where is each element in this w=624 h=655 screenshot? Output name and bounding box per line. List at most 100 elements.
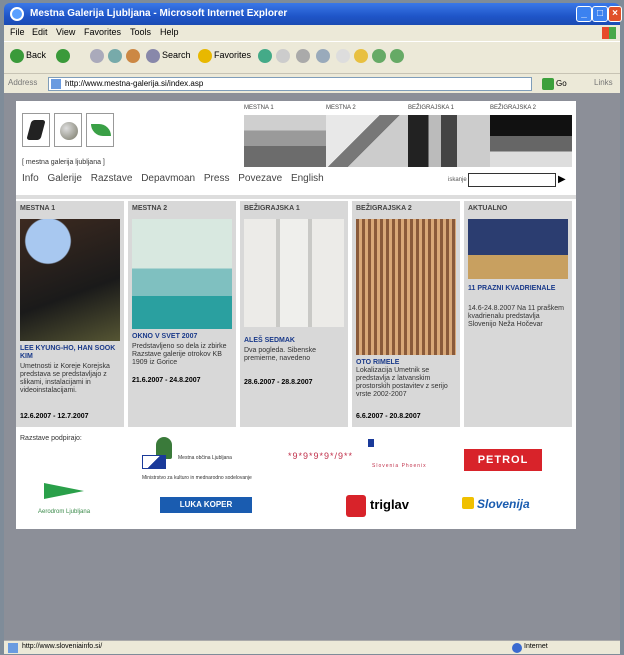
card-title[interactable]: OKNO V SVET 2007 — [132, 333, 232, 341]
window-titlebar: Mestna Galerija Ljubljana - Microsoft In… — [4, 3, 622, 25]
card-description: Umetnosti iz Koreje Korejska predstava s… — [20, 363, 110, 394]
close-button[interactable]: × — [608, 6, 622, 22]
maximize-button[interactable]: □ — [592, 6, 608, 22]
card-date: 12.6.2007 - 12.7.2007 — [20, 413, 89, 420]
nav-povezave[interactable]: Povezave — [238, 173, 282, 184]
site-nav: Info Galerije Razstave Depavmoan Press P… — [22, 173, 330, 184]
go-button[interactable]: Go — [542, 77, 576, 91]
messenger-icon[interactable] — [372, 49, 386, 63]
browser-viewport: [ mestna galerija ljubljana ] MESTNA 1 M… — [4, 93, 620, 640]
gallery-thumbnails: MESTNA 1 MESTNA 2 BEŽIGRAJSKA 1 BEŽIGRAJ… — [244, 105, 574, 167]
media-icon[interactable] — [258, 49, 272, 63]
thumb-bezigrajska-1[interactable]: BEŽIGRAJSKA 1 — [408, 105, 490, 167]
menu-edit[interactable]: Edit — [32, 27, 48, 37]
gallery-logo-green[interactable] — [86, 113, 114, 147]
minimize-button[interactable]: _ — [576, 6, 592, 22]
card-image[interactable] — [356, 219, 456, 355]
aerodrom-label: Aerodrom Ljubljana — [38, 509, 91, 515]
stop-icon[interactable] — [90, 49, 104, 63]
thumb-caption: BEŽIGRAJSKA 1 — [408, 105, 455, 111]
card-image[interactable] — [20, 219, 120, 341]
card-title[interactable]: ALEŠ SEDMAK — [244, 337, 344, 345]
gallery-logo-sphere[interactable] — [54, 113, 82, 147]
moc-label: Mestna občina Ljubljana — [178, 455, 232, 461]
refresh-icon[interactable] — [108, 49, 122, 63]
thumb-image — [244, 115, 326, 167]
address-value: http://www.mestna-galerija.si/index.asp — [65, 79, 204, 88]
folder-icon[interactable] — [354, 49, 368, 63]
nav-galerije[interactable]: Galerije — [47, 173, 81, 184]
mail-icon[interactable] — [296, 49, 310, 63]
sponsors-title: Razstave podpirajo: — [20, 435, 82, 442]
links-button[interactable]: Links — [594, 78, 613, 87]
nav-info[interactable]: Info — [22, 173, 39, 184]
menu-favorites[interactable]: Favorites — [84, 27, 121, 37]
menu-help[interactable]: Help — [160, 27, 179, 37]
card-date: 21.6.2007 - 24.8.2007 — [132, 377, 201, 384]
window-title: Mestna Galerija Ljubljana - Microsoft In… — [30, 8, 288, 19]
card-description: 14.6-24.8.2007 Na 11 praškem kvadrienalu… — [468, 305, 564, 328]
menu-view[interactable]: View — [56, 27, 75, 37]
thumb-mestna-1[interactable]: MESTNA 1 — [244, 105, 326, 167]
address-input[interactable]: http://www.mestna-galerija.si/index.asp — [48, 77, 532, 91]
card-image[interactable] — [468, 219, 568, 279]
moc-sub-label: Ministrstvo za kulturo in mednarodno sod… — [142, 475, 252, 481]
thumb-caption: MESTNA 1 — [244, 105, 274, 111]
card-title[interactable]: LEE KYUNG-HO, HAN SOOK KIM — [20, 345, 120, 361]
stars-label: *9*9*9*9*/9** — [288, 451, 354, 461]
card-heading: MESTNA 2 — [132, 205, 168, 212]
search-input[interactable] — [468, 173, 556, 187]
favorites-button[interactable]: Favorites — [214, 50, 251, 60]
menu-file[interactable]: File — [10, 27, 25, 37]
stars-sub-label: Slovenia Phoenix — [372, 463, 427, 469]
nav-razstave[interactable]: Razstave — [91, 173, 133, 184]
search-button[interactable]: Search — [162, 50, 191, 60]
moc-logo[interactable]: Mestna občina Ljubljana Ministrstvo za k… — [142, 437, 282, 485]
thumb-bezigrajska-2[interactable]: BEŽIGRAJSKA 2 — [490, 105, 572, 167]
exhibition-card-bezigrajska-2[interactable]: BEŽIGRAJSKA 2 OTO RIMELE Lokalizacija Um… — [352, 201, 460, 427]
security-zone: Internet — [524, 643, 548, 650]
favorites-icon[interactable] — [198, 49, 212, 63]
gallery-logo-black[interactable] — [22, 113, 50, 147]
address-bar: Address http://www.mestna-galerija.si/in… — [4, 73, 620, 93]
exhibition-card-bezigrajska-1[interactable]: BEŽIGRAJSKA 1 ALEŠ SEDMAK Dva pogleda. S… — [240, 201, 348, 427]
menu-tools[interactable]: Tools — [130, 27, 151, 37]
forward-icon[interactable] — [56, 49, 70, 63]
status-bar: http://www.sloveniainfo.si/ Internet — [4, 640, 620, 654]
slovenija-label: Slovenija — [477, 497, 530, 511]
aerodrom-logo[interactable]: Aerodrom Ljubljana — [38, 483, 90, 515]
history-icon[interactable] — [276, 49, 290, 63]
card-heading: MESTNA 1 — [20, 205, 56, 212]
back-icon[interactable] — [10, 49, 24, 63]
search-go-button[interactable]: ▶ — [558, 173, 568, 187]
nav-english[interactable]: English — [291, 173, 324, 184]
ie-icon — [10, 7, 24, 21]
back-button[interactable]: Back — [26, 50, 46, 60]
print-icon[interactable] — [316, 49, 330, 63]
aktualno-card[interactable]: AKTUALNO 11 PRAZNI KVADRIENALE 14.6-24.8… — [464, 201, 572, 427]
slovenija-logo[interactable]: Slovenija — [462, 497, 556, 515]
tools-icon[interactable] — [390, 49, 404, 63]
card-title[interactable]: 11 PRAZNI KVADRIENALE — [468, 285, 568, 293]
exhibition-card-mestna-1[interactable]: MESTNA 1 LEE KYUNG-HO, HAN SOOK KIM Umet… — [16, 201, 124, 427]
thumb-mestna-2[interactable]: MESTNA 2 — [326, 105, 408, 167]
card-description: Lokalizacija Umetnik se predstavlja z la… — [356, 367, 448, 398]
exhibition-card-mestna-2[interactable]: MESTNA 2 OKNO V SVET 2007 Predstavljeno … — [128, 201, 236, 427]
card-title[interactable]: OTO RIMELE — [356, 359, 456, 367]
nav-depavmoan[interactable]: Depavmoan — [141, 173, 195, 184]
card-image[interactable] — [244, 219, 344, 327]
triglav-label: triglav — [370, 497, 410, 512]
divider — [16, 195, 576, 199]
site-tagline: [ mestna galerija ljubljana ] — [22, 159, 105, 166]
card-date: 28.6.2007 - 28.8.2007 — [244, 379, 313, 386]
edit-icon[interactable] — [336, 49, 350, 63]
home-icon[interactable] — [126, 49, 140, 63]
luka-koper-logo[interactable]: LUKA KOPER — [160, 497, 252, 513]
nav-press[interactable]: Press — [204, 173, 230, 184]
petrol-logo[interactable]: PETROL — [464, 449, 542, 471]
stars-logo[interactable]: *9*9*9*9*/9** Slovenia Phoenix — [288, 439, 426, 469]
card-image[interactable] — [132, 219, 232, 329]
stars-crest-icon — [368, 439, 374, 447]
search-icon[interactable] — [146, 49, 160, 63]
triglav-logo[interactable]: triglav — [346, 495, 416, 517]
